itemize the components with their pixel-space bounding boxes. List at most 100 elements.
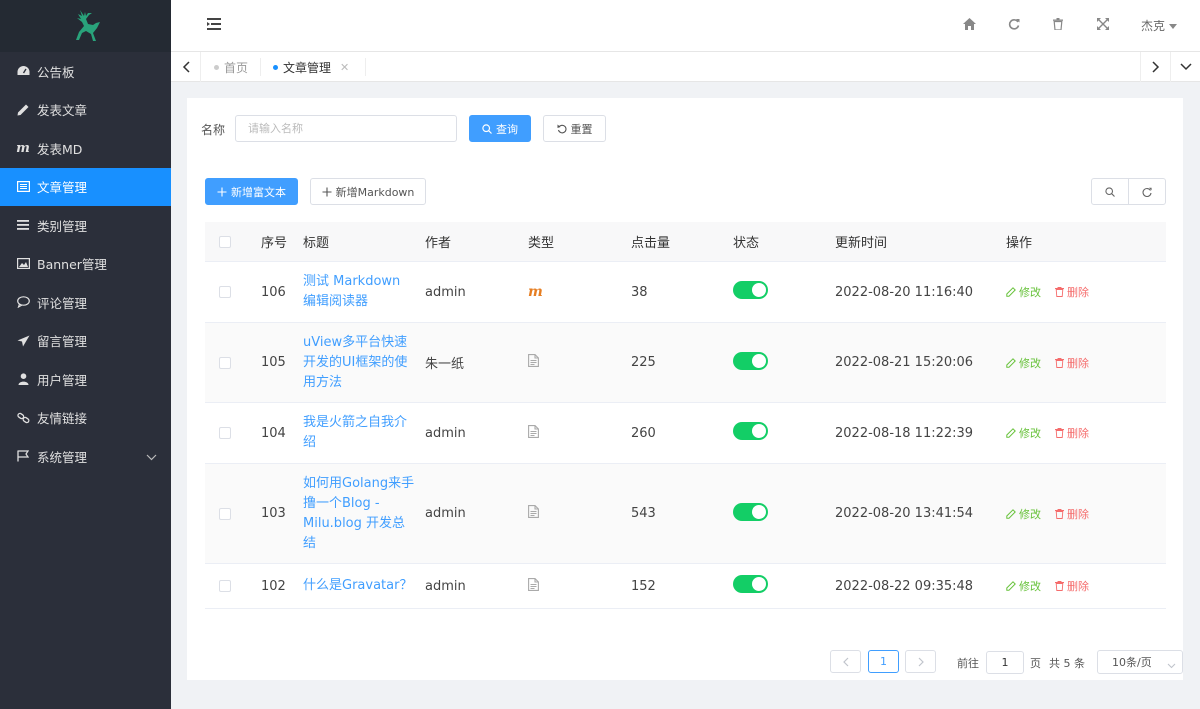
refresh-icon[interactable] [1008, 18, 1020, 34]
page-unit-label: 页 [1030, 657, 1041, 670]
table-tools [1091, 178, 1166, 205]
sidebar-item-5[interactable]: Banner管理 [0, 245, 171, 284]
prev-page-button[interactable] [830, 650, 861, 673]
column-header-type: 类型 [528, 236, 555, 251]
article-title-link[interactable]: uView多平台快速开发的UI框架的使用方法 [303, 335, 407, 390]
next-page-button[interactable] [905, 650, 936, 673]
tab-divider [260, 58, 261, 76]
cell-updated: 2022-08-20 13:41:54 [835, 506, 974, 521]
tabs-scroll-right-button[interactable] [1140, 52, 1170, 82]
delete-button[interactable]: 删除 [1055, 355, 1089, 371]
sidebar-item-3[interactable]: 文章管理 [0, 167, 171, 206]
column-header-updated: 更新时间 [835, 236, 888, 251]
delete-label: 删除 [1067, 507, 1089, 521]
reset-button-label: 重置 [570, 122, 593, 136]
add-markdown-label: 新增Markdown [335, 185, 415, 199]
cell-author: admin [425, 578, 466, 594]
edit-button[interactable]: 修改 [1006, 355, 1041, 371]
sidebar-item-0[interactable]: 公告板 [0, 52, 171, 91]
row-checkbox[interactable] [219, 286, 231, 298]
chevron-down-icon [146, 449, 157, 464]
add-richtext-button[interactable]: 新增富文本 [205, 178, 298, 205]
goto-page-input[interactable] [986, 651, 1024, 674]
cell-seq: 103 [261, 506, 286, 521]
tabs-dropdown-button[interactable] [1170, 52, 1200, 82]
article-title-link[interactable]: 我是火箭之自我介绍 [303, 415, 407, 450]
edit-button[interactable]: 修改 [1006, 578, 1041, 594]
refresh-icon [1142, 187, 1152, 197]
plus-icon [217, 187, 227, 197]
query-button[interactable]: 查询 [469, 115, 531, 142]
chevron-right-icon [1151, 61, 1159, 73]
sidebar-item-label: 类别管理 [37, 218, 88, 234]
status-toggle[interactable] [733, 422, 768, 440]
delete-button[interactable]: 删除 [1055, 284, 1089, 300]
trash-icon [1055, 508, 1064, 519]
top-header: 杰克 [171, 0, 1200, 52]
delete-button[interactable]: 删除 [1055, 578, 1089, 594]
tab-article-management[interactable]: 文章管理 ✕ [273, 52, 349, 82]
close-icon[interactable]: ✕ [340, 61, 349, 74]
sidebar-item-8[interactable]: 用户管理 [0, 360, 171, 399]
edit-button[interactable]: 修改 [1006, 425, 1041, 441]
sidebar-item-9[interactable]: 友情链接 [0, 399, 171, 438]
article-title-link[interactable]: 如何用Golang来手撸一个Blog - Milu.blog 开发总结 [303, 476, 414, 551]
tab-label: 文章管理 [283, 60, 332, 75]
refresh-table-button[interactable] [1128, 179, 1165, 204]
tab-home[interactable]: 首页 [214, 52, 248, 82]
search-input[interactable] [235, 115, 457, 142]
sidebar-item-4[interactable]: 类别管理 [0, 206, 171, 245]
tabs-scroll-left-button[interactable] [171, 52, 201, 82]
status-toggle[interactable] [733, 281, 768, 299]
menu-toggle-icon[interactable] [207, 18, 221, 34]
caret-down-icon [1169, 24, 1178, 29]
reset-button[interactable]: 重置 [543, 115, 606, 142]
table-header: 序号 标题 作者 类型 点击量 状态 更新时间 操作 [205, 222, 1166, 262]
select-all-checkbox[interactable] [219, 235, 231, 248]
sidebar-item-label: Banner管理 [37, 257, 107, 273]
logo[interactable] [0, 0, 171, 52]
toggle-search-button[interactable] [1092, 179, 1128, 204]
row-checkbox[interactable] [219, 356, 231, 369]
toggle-knob [752, 283, 766, 297]
row-checkbox[interactable] [219, 580, 231, 592]
edit-button[interactable]: 修改 [1006, 506, 1041, 522]
cell-seq: 105 [261, 355, 286, 370]
tab-label: 首页 [224, 60, 249, 75]
goto-label: 前往 [957, 657, 979, 670]
column-header-status: 状态 [733, 236, 760, 251]
sidebar-item-1[interactable]: 发表文章 [0, 91, 171, 130]
cell-updated: 2022-08-20 11:16:40 [835, 284, 974, 300]
fullscreen-icon[interactable] [1097, 18, 1109, 34]
page-button-current[interactable]: 1 [868, 650, 899, 673]
total-count: 共 5 条 [1049, 657, 1085, 670]
markdown-icon: m [16, 140, 30, 156]
delete-button[interactable]: 删除 [1055, 425, 1089, 441]
edit-button[interactable]: 修改 [1006, 284, 1041, 300]
sidebar-item-10[interactable]: 系统管理 [0, 437, 171, 476]
sidebar-item-2[interactable]: m 发表MD [0, 129, 171, 168]
sidebar-item-6[interactable]: 评论管理 [0, 283, 171, 322]
home-icon[interactable] [963, 18, 976, 34]
query-button-label: 查询 [496, 122, 518, 136]
document-type-icon [528, 577, 539, 595]
search-icon [482, 123, 492, 134]
deer-logo [75, 10, 100, 41]
cell-hits: 225 [631, 355, 656, 370]
article-title-link[interactable]: 测试 Markdown 编辑阅读器 [303, 274, 400, 309]
sidebar-item-7[interactable]: 留言管理 [0, 322, 171, 361]
add-markdown-button[interactable]: 新增Markdown [310, 178, 426, 205]
row-checkbox[interactable] [219, 507, 231, 520]
cell-hits: 38 [631, 284, 648, 300]
cell-author: admin [425, 506, 466, 521]
delete-button[interactable]: 删除 [1055, 506, 1089, 522]
row-checkbox[interactable] [219, 427, 231, 439]
status-toggle[interactable] [733, 575, 768, 593]
status-toggle[interactable] [733, 502, 768, 521]
article-title-link[interactable]: 什么是Gravatar？ [303, 578, 412, 593]
user-menu[interactable]: 杰克 [1141, 17, 1178, 34]
cell-hits: 260 [631, 425, 656, 441]
page-size-select[interactable]: 10条/页 [1097, 650, 1183, 674]
trash-icon[interactable] [1053, 18, 1063, 34]
status-toggle[interactable] [733, 351, 768, 370]
